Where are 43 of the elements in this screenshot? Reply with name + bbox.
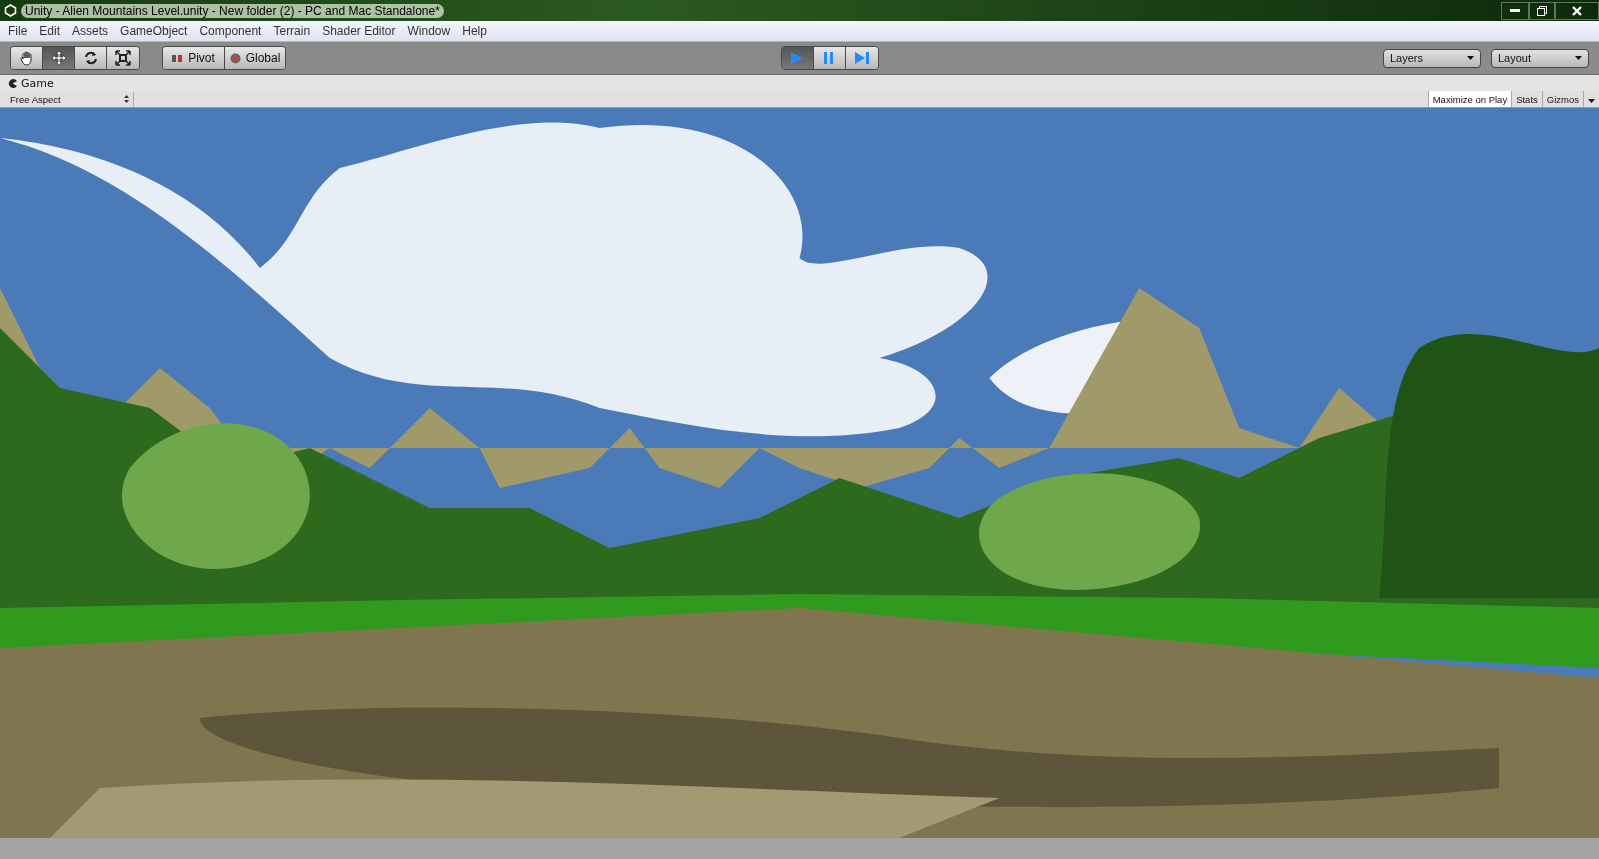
hand-icon	[18, 50, 35, 66]
dropdown[interactable]: Layout	[1491, 48, 1589, 68]
playback-button[interactable]	[813, 47, 846, 69]
close-icon	[1572, 5, 1582, 16]
view-option-toggle[interactable]: Maximize on Play	[1427, 91, 1512, 107]
menu-item[interactable]: Help	[456, 24, 493, 38]
stepper-icon	[124, 95, 129, 103]
play-icon	[790, 51, 804, 65]
restore-icon	[1537, 5, 1547, 16]
menu-item[interactable]: Assets	[66, 24, 115, 38]
minimize-icon	[1510, 8, 1520, 13]
dropdown[interactable]: Layers	[1383, 48, 1481, 68]
menu-item[interactable]: File	[2, 24, 34, 38]
window-title: Unity - Alien Mountains Level.unity - New folder (2) - PC and Mac Standalone*	[21, 3, 444, 18]
scale-icon	[115, 50, 131, 66]
tool-button[interactable]	[75, 47, 107, 69]
globe-icon	[229, 52, 241, 64]
menu-item[interactable]: Edit	[33, 24, 67, 38]
tool-button[interactable]	[11, 47, 43, 69]
step-icon	[853, 51, 870, 65]
rotate-icon	[82, 50, 99, 66]
restore-button[interactable]	[1529, 1, 1555, 20]
minimize-button[interactable]	[1501, 1, 1529, 20]
pivot-mode-button[interactable]: Pivot	[163, 47, 225, 69]
pivot-mode-button[interactable]: Global	[225, 47, 285, 69]
unity-logo-icon	[4, 4, 17, 17]
caret-icon	[1467, 56, 1474, 60]
caret-icon	[1588, 98, 1595, 103]
move-icon	[50, 50, 67, 66]
menu-item[interactable]: Terrain	[267, 24, 317, 38]
pivot-icon	[172, 53, 184, 63]
menu-item[interactable]: Component	[193, 24, 268, 38]
aspect-dropdown[interactable]: Free Aspect	[6, 91, 134, 107]
menu-item[interactable]: Shader Editor	[316, 24, 402, 38]
game-tab[interactable]: Game	[8, 76, 54, 90]
playback-button[interactable]	[845, 47, 878, 69]
tool-button[interactable]	[107, 47, 139, 69]
menu-item[interactable]: Window	[401, 24, 457, 38]
caret-icon	[1575, 56, 1582, 60]
pause-icon	[823, 51, 835, 65]
menu-item[interactable]: GameObject	[114, 24, 194, 38]
close-button[interactable]	[1555, 1, 1599, 20]
tool-button[interactable]	[43, 47, 75, 69]
